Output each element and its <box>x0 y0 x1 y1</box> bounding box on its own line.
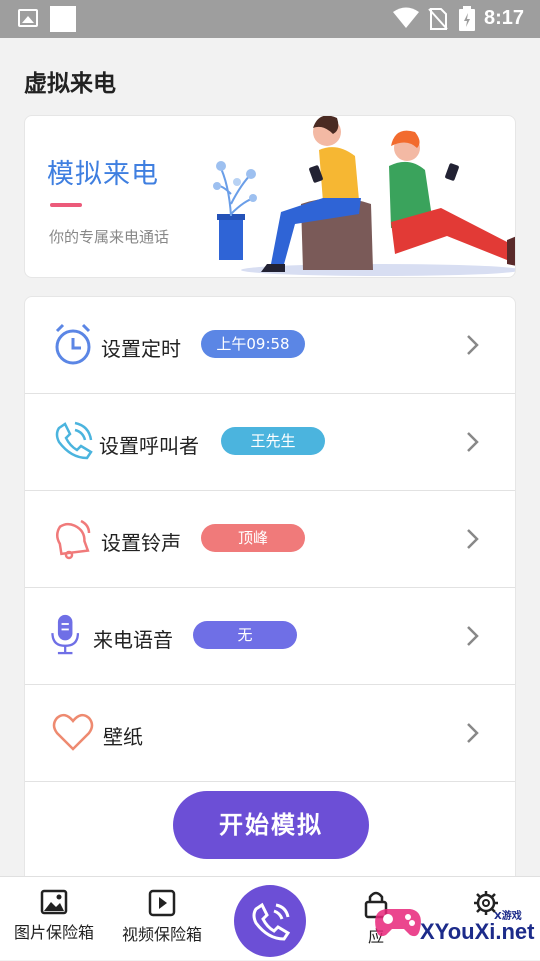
bell-icon <box>55 519 91 560</box>
watermark: X游戏 XYouXi.net <box>368 885 540 960</box>
chevron-right-icon <box>467 432 479 452</box>
settings-menu: 设置定时 上午09:58 设置呼叫者 王先生 设置铃声 顶峰 来电语音 无 壁纸… <box>24 296 516 896</box>
nav-fake-call-button[interactable] <box>234 885 306 957</box>
banner-subtitle: 你的专属来电通话 <box>49 228 170 246</box>
gamepad-logo-icon <box>375 909 421 937</box>
banner-card: 模拟来电 你的专属来电通话 <box>24 115 516 278</box>
banner-accent-bar <box>50 203 82 207</box>
menu-row-timer[interactable]: 设置定时 上午09:58 <box>25 297 515 394</box>
ringtone-label: 设置铃声 <box>101 531 181 555</box>
alarm-clock-icon <box>55 323 91 365</box>
voice-label: 来电语音 <box>93 628 173 652</box>
menu-row-caller[interactable]: 设置呼叫者 王先生 <box>25 394 515 491</box>
start-simulation-button[interactable]: 开始模拟 <box>173 791 369 859</box>
timer-label: 设置定时 <box>101 337 181 361</box>
caller-label: 设置呼叫者 <box>99 434 199 458</box>
phone-icon <box>55 421 93 460</box>
battery-icon <box>459 6 475 31</box>
voice-value-badge: 无 <box>193 621 297 649</box>
nav-photo-vault[interactable]: 图片保险箱 <box>8 889 100 943</box>
notification-square-icon <box>50 6 76 32</box>
menu-row-voice[interactable]: 来电语音 无 <box>25 588 515 685</box>
phone-call-icon <box>252 902 291 941</box>
nav-photo-vault-label: 图片保险箱 <box>13 923 94 942</box>
chevron-right-icon <box>467 626 479 646</box>
chevron-right-icon <box>467 335 479 355</box>
nav-video-vault-label: 视频保险箱 <box>121 925 202 944</box>
wallpaper-label: 壁纸 <box>103 725 143 749</box>
microphone-icon <box>51 614 80 655</box>
clock-time: 8:17 <box>484 7 525 29</box>
banner-title: 模拟来电 <box>47 159 159 190</box>
chevron-right-icon <box>467 529 479 549</box>
image-icon <box>40 889 68 915</box>
ringtone-value-badge: 顶峰 <box>201 524 305 552</box>
status-bar: 8:17 <box>0 0 540 38</box>
chevron-right-icon <box>467 723 479 743</box>
menu-row-ringtone[interactable]: 设置铃声 顶峰 <box>25 491 515 588</box>
nav-video-vault[interactable]: 视频保险箱 <box>116 889 208 945</box>
heart-icon <box>52 713 94 751</box>
caller-value-badge: 王先生 <box>221 427 325 455</box>
watermark-brand: XYouXi.net <box>420 919 535 944</box>
page-title: 虚拟来电 <box>24 71 116 97</box>
image-notification-icon <box>18 9 38 27</box>
menu-row-wallpaper[interactable]: 壁纸 <box>25 685 515 782</box>
timer-value-badge: 上午09:58 <box>201 330 305 358</box>
wifi-icon <box>393 7 419 28</box>
no-sim-icon <box>428 8 448 30</box>
video-icon <box>148 889 176 917</box>
people-with-phones-illustration <box>213 116 515 276</box>
